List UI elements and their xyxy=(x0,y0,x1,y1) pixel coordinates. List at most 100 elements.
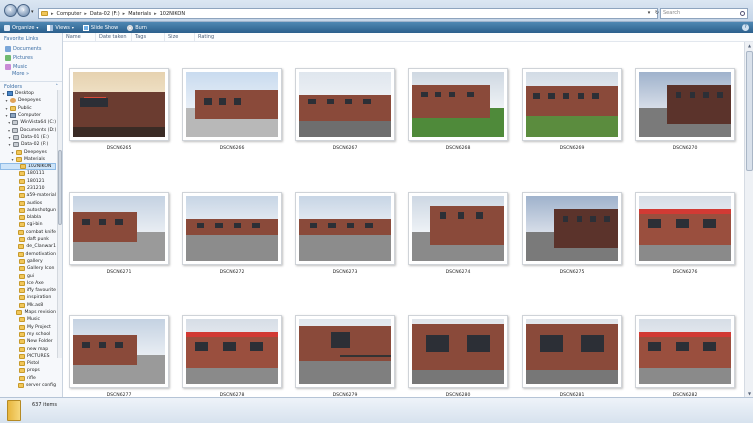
thumbnail-frame[interactable] xyxy=(182,192,282,265)
tree-item[interactable]: blabla xyxy=(0,214,56,221)
tree-item[interactable]: rifle xyxy=(0,375,56,382)
tree-item[interactable]: 231210 xyxy=(0,185,56,192)
thumbnail-frame[interactable] xyxy=(182,315,282,388)
favorite-music[interactable]: Music xyxy=(0,62,62,71)
thumbnail-frame[interactable] xyxy=(522,192,622,265)
thumbnail-frame[interactable] xyxy=(408,68,508,141)
thumbnail-frame[interactable] xyxy=(69,192,169,265)
column-tags[interactable]: Tags xyxy=(132,32,165,42)
views-button[interactable]: Views ▾ xyxy=(47,24,74,31)
thumbnail-frame[interactable] xyxy=(635,315,735,388)
tree-item[interactable]: iffy favourite xyxy=(0,287,56,294)
thumbnail-frame[interactable] xyxy=(69,315,169,388)
tree-item[interactable]: server config xyxy=(0,382,56,389)
expand-arrow-icon[interactable]: ▾ xyxy=(8,128,10,133)
expand-arrow-icon[interactable]: ▾ xyxy=(8,142,11,147)
help-icon[interactable]: ? xyxy=(742,24,749,31)
tree-item[interactable]: de_Clanwar1 xyxy=(0,243,56,250)
tree-item[interactable]: Maps revision xyxy=(0,309,56,316)
tree-item[interactable]: PICTURES xyxy=(0,353,56,360)
tree-item[interactable]: ▾ Deepeyes xyxy=(0,97,56,104)
column-name[interactable]: Name xyxy=(63,32,96,42)
column-date-taken[interactable]: Date taken xyxy=(96,32,132,42)
breadcrumb-materials[interactable]: Materials xyxy=(128,11,151,17)
thumbnail-frame[interactable] xyxy=(69,68,169,141)
tree-item[interactable]: demotivation xyxy=(0,251,56,258)
scroll-up-icon[interactable]: ▲ xyxy=(746,42,753,49)
thumbnail-frame[interactable] xyxy=(635,192,735,265)
tree-item[interactable]: Music xyxy=(0,316,56,323)
thumbnail-frame[interactable] xyxy=(522,68,622,141)
tree-item[interactable]: cgi-bin xyxy=(0,221,56,228)
back-button[interactable]: ‹ xyxy=(4,4,17,17)
tree-item[interactable]: Gallery Icon xyxy=(0,265,56,272)
tree-item[interactable]: props xyxy=(0,367,56,374)
tree-item[interactable]: ▾ Desktop xyxy=(0,90,56,97)
expand-arrow-icon[interactable]: ▾ xyxy=(5,106,8,111)
tree-item[interactable]: combat knife xyxy=(0,229,56,236)
more-links-button[interactable]: More » xyxy=(0,71,62,79)
favorite-documents[interactable]: Documents xyxy=(0,44,62,53)
thumbnail-frame[interactable] xyxy=(408,192,508,265)
thumbnail-frame[interactable] xyxy=(408,315,508,388)
column-rating[interactable]: Rating xyxy=(195,33,235,42)
address-dropdown-icon[interactable]: ▾ xyxy=(646,9,652,17)
tree-item[interactable]: My Project xyxy=(0,324,56,331)
tree-item[interactable]: Mk.as8 xyxy=(0,302,56,309)
tree-item[interactable]: ▾ Deepeyes xyxy=(0,148,56,155)
expand-arrow-icon[interactable]: ▾ xyxy=(8,135,11,140)
folders-header[interactable]: Folders ˄ xyxy=(0,81,62,90)
burn-button[interactable]: Burn xyxy=(127,24,147,31)
tree-item[interactable]: daft punk xyxy=(0,236,56,243)
breadcrumb-current[interactable]: 102NIKON xyxy=(160,11,185,17)
tree-item[interactable]: ▾ Public xyxy=(0,105,56,112)
tree-item[interactable]: ▾ Materials xyxy=(0,156,56,163)
search-input[interactable]: Search xyxy=(660,8,748,19)
vertical-scrollbar[interactable]: ▲ ▼ xyxy=(744,42,753,397)
favorite-pictures[interactable]: Pictures xyxy=(0,53,62,62)
forward-button[interactable]: › xyxy=(17,4,30,17)
tree-item[interactable]: new map xyxy=(0,345,56,352)
breadcrumb[interactable]: ▸ Computer ▸ Data-02 (F:) ▸ Materials ▸ … xyxy=(38,8,658,19)
thumbnail-frame[interactable] xyxy=(635,68,735,141)
expand-arrow-icon[interactable]: ▾ xyxy=(5,113,8,118)
tree-item[interactable]: inspiration xyxy=(0,294,56,301)
tree-item[interactable]: gallery xyxy=(0,258,56,265)
breadcrumb-computer[interactable]: Computer xyxy=(57,11,82,17)
expand-arrow-icon[interactable]: ▾ xyxy=(5,98,8,103)
slideshow-button[interactable]: Slide Show xyxy=(82,24,118,31)
tree-item[interactable]: Pistol xyxy=(0,360,56,367)
tree-item[interactable]: ▾ Documents (D:) xyxy=(0,126,56,133)
thumbnail-frame[interactable] xyxy=(182,68,282,141)
expand-arrow-icon[interactable]: ▾ xyxy=(2,91,5,96)
tree-item[interactable]: my school xyxy=(0,331,56,338)
breadcrumb-drive[interactable]: Data-02 (F:) xyxy=(90,11,120,17)
thumbnail-frame[interactable] xyxy=(522,315,622,388)
tree-item[interactable]: ▾ WinVista64 (C:) xyxy=(0,119,56,126)
tree-item[interactable]: ▾ Data-02 (F:) xyxy=(0,141,56,148)
tree-item[interactable]: New Folder xyxy=(0,338,56,345)
thumbnail-frame[interactable] xyxy=(295,68,395,141)
tree-item[interactable]: autoshotgun xyxy=(0,207,56,214)
tree-item[interactable]: 180121 xyxy=(0,178,56,185)
scrollbar-thumb[interactable] xyxy=(746,51,753,171)
history-dropdown-icon[interactable]: ▾ xyxy=(31,9,34,15)
tree-item[interactable]: ▾ Computer xyxy=(0,112,56,119)
tree-item[interactable]: 102NIKON xyxy=(0,162,56,171)
thumbnail-frame[interactable] xyxy=(295,192,395,265)
scroll-down-icon[interactable]: ▼ xyxy=(746,390,753,397)
tree-scrollbar-thumb[interactable] xyxy=(58,150,62,225)
tree-item[interactable]: Ice Axe xyxy=(0,280,56,287)
tree-item[interactable]: a59-material xyxy=(0,192,56,199)
tree-item[interactable]: gui xyxy=(0,272,56,279)
tree-item[interactable]: audios xyxy=(0,199,56,206)
tree-item[interactable]: ▾ Data-01 (E:) xyxy=(0,134,56,141)
tree-item[interactable]: 180111 xyxy=(0,170,56,177)
expand-arrow-icon[interactable]: ▾ xyxy=(11,150,14,155)
thumbnail-frame[interactable] xyxy=(295,315,395,388)
expand-arrow-icon[interactable]: ▾ xyxy=(11,157,14,162)
organize-button[interactable]: Organize ▾ xyxy=(4,24,38,31)
expand-arrow-icon[interactable]: ▾ xyxy=(8,120,10,125)
column-size[interactable]: Size xyxy=(165,32,195,42)
tree-scrollbar[interactable] xyxy=(57,90,62,358)
